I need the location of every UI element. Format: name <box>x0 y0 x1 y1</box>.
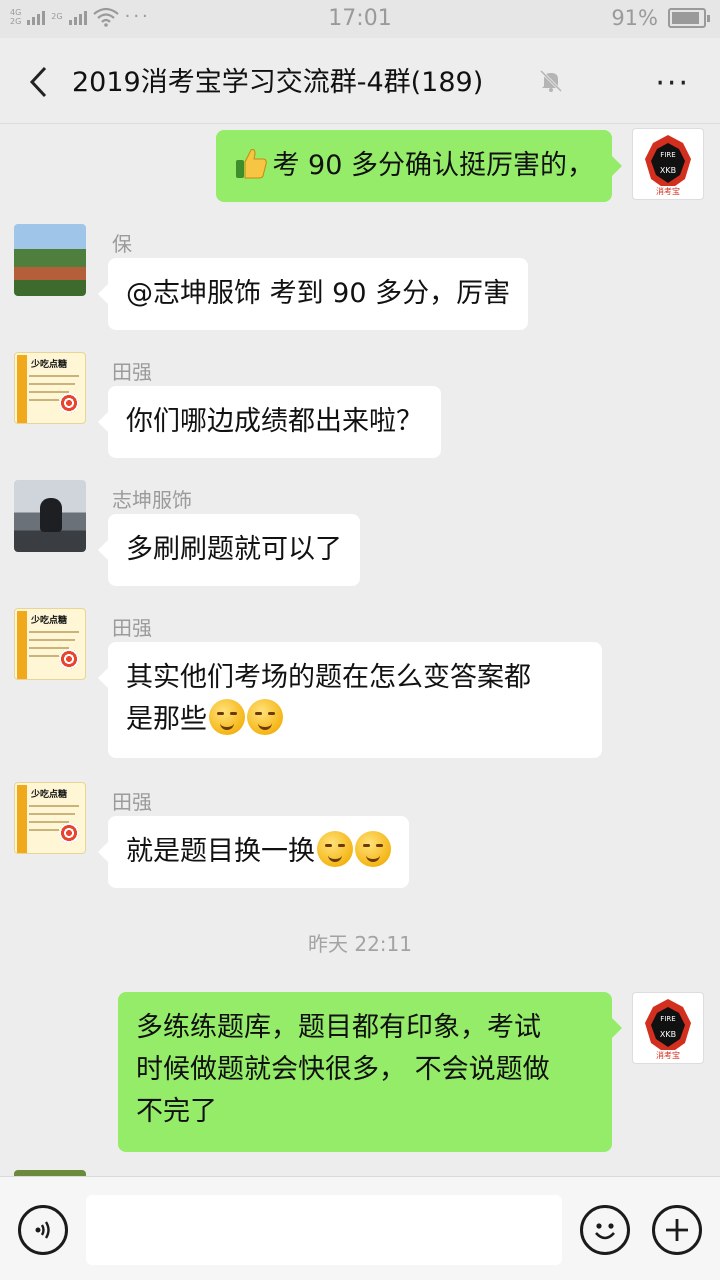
more-button[interactable]: ··· <box>655 66 690 101</box>
message-text: 考 90 多分确认挺厉害的， <box>272 150 594 181</box>
message-bubble[interactable]: @志坤服饰 考到 90 多分，厉害 <box>97 258 529 330</box>
battery-icon <box>668 8 710 28</box>
lollipop-icon <box>59 649 79 669</box>
lollipop-icon <box>59 823 79 843</box>
svg-text:FIRE: FIRE <box>660 1015 675 1023</box>
message-text-line-1: 多练练题库，题目都有印象，考试 <box>136 1012 541 1043</box>
message-bubble[interactable]: 多刷刷题就可以了 <box>98 514 360 586</box>
sender-avatar[interactable]: 少吃点糖 <box>14 782 86 854</box>
thinking-emoji-icon <box>355 831 391 867</box>
message-text-line-1: 其实他们考场的题在怎么变答案都 <box>126 662 531 693</box>
svg-text:消考宝: 消考宝 <box>656 186 680 196</box>
message-text: 就是题目换一换 <box>126 836 315 867</box>
fire-logo-icon: FIRE XKB 消考宝 <box>645 135 691 196</box>
message-text: @志坤服饰 考到 90 多分，厉害 <box>126 278 511 309</box>
message-text-line-3: 不完了 <box>136 1096 217 1127</box>
sender-name: 志坤服饰 <box>112 488 192 512</box>
lollipop-icon <box>59 393 79 413</box>
plus-icon <box>666 1219 688 1241</box>
voice-icon <box>35 1221 50 1239</box>
sender-avatar[interactable]: 少吃点糖 <box>14 608 86 680</box>
message-text-line-2: 时候做题就会快很多， 不会说题做 <box>136 1054 550 1085</box>
message-text: 多刷刷题就可以了 <box>126 534 342 565</box>
chat-header: 2019消考宝学习交流群-4群(189) ··· <box>0 38 720 124</box>
message-bubble[interactable]: 考 90 多分确认挺厉害的， <box>216 130 622 202</box>
emoji-button[interactable] <box>580 1205 630 1255</box>
battery-fill <box>672 12 700 24</box>
message-bubble[interactable]: 其实他们考场的题在怎么变答案都 是那些 <box>98 642 602 758</box>
voice-button[interactable] <box>18 1205 68 1255</box>
svg-text:FIRE: FIRE <box>660 151 675 159</box>
message-text-line-2: 是那些 <box>126 704 207 735</box>
chat-title: 2019消考宝学习交流群-4群(189) <box>72 67 484 98</box>
my-avatar[interactable]: FIRE XKB 消考宝 <box>632 992 704 1064</box>
chevron-left-icon <box>29 66 47 98</box>
sender-avatar[interactable]: 少吃点糖 <box>14 352 86 424</box>
emoji-icon <box>595 1223 615 1240</box>
status-bar: 4G 2G 2G ··· 17:01 91% <box>0 0 720 38</box>
smirk-emoji-icon <box>317 831 353 867</box>
sender-name: 田强 <box>112 616 152 640</box>
thinking-emoji-icon <box>209 699 245 735</box>
plus-button[interactable] <box>652 1205 702 1255</box>
thumbs-up-icon <box>236 149 268 179</box>
input-bar <box>0 1176 720 1280</box>
sender-name: 田强 <box>112 360 152 384</box>
battery-percent: 91% <box>611 6 658 30</box>
chat-timestamp: 昨天 22:11 <box>308 932 412 956</box>
message-text: 你们哪边成绩都出来啦？ <box>126 406 423 437</box>
message-bubble[interactable]: 你们哪边成绩都出来啦？ <box>98 386 441 458</box>
fire-logo-icon: FIRE XKB 消考宝 <box>645 999 691 1060</box>
status-right: 91% <box>611 6 710 30</box>
back-button[interactable] <box>18 62 58 102</box>
svg-text:XKB: XKB <box>660 166 676 175</box>
sender-avatar[interactable] <box>14 480 86 552</box>
sender-name: 田强 <box>112 790 152 814</box>
message-bubble[interactable]: 多练练题库，题目都有印象，考试 时候做题就会快很多， 不会说题做 不完了 <box>118 992 622 1152</box>
smirk-emoji-icon <box>247 699 283 735</box>
sender-avatar[interactable] <box>14 224 86 296</box>
svg-text:XKB: XKB <box>660 1030 676 1039</box>
bell-mute-icon <box>539 69 563 93</box>
message-bubble[interactable]: 就是题目换一换 <box>98 816 409 888</box>
message-input[interactable] <box>86 1195 562 1265</box>
sender-name: 保 <box>112 232 132 256</box>
my-avatar[interactable]: FIRE XKB 消考宝 <box>632 128 704 200</box>
svg-text:消考宝: 消考宝 <box>656 1050 680 1060</box>
